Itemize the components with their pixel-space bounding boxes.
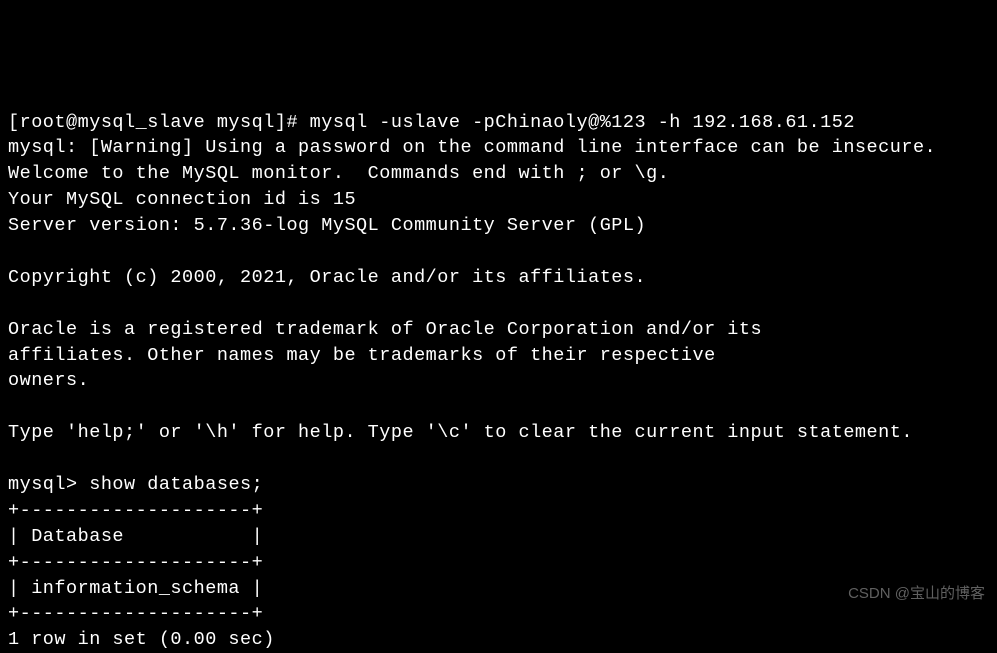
mysql-help-line: Type 'help;' or '\h' for help. Type '\c'…	[8, 422, 913, 443]
shell-command[interactable]: mysql -uslave -pChinaoly@%123 -h 192.168…	[310, 112, 855, 133]
mysql-trademark-line2: affiliates. Other names may be trademark…	[8, 345, 716, 366]
table-border-mid: +--------------------+	[8, 552, 263, 573]
table-border-top: +--------------------+	[8, 500, 263, 521]
result-summary: 1 row in set (0.00 sec)	[8, 629, 275, 650]
shell-prompt: [root@mysql_slave mysql]#	[8, 112, 310, 133]
table-border-bottom: +--------------------+	[8, 603, 263, 624]
sql-command[interactable]: show databases;	[89, 474, 263, 495]
mysql-trademark-line1: Oracle is a registered trademark of Orac…	[8, 319, 762, 340]
table-header: | Database |	[8, 526, 263, 547]
mysql-server-version: Server version: 5.7.36-log MySQL Communi…	[8, 215, 646, 236]
mysql-welcome: Welcome to the MySQL monitor. Commands e…	[8, 163, 669, 184]
mysql-prompt: mysql>	[8, 474, 89, 495]
mysql-warning: mysql: [Warning] Using a password on the…	[8, 137, 936, 158]
mysql-copyright: Copyright (c) 2000, 2021, Oracle and/or …	[8, 267, 646, 288]
table-row: | information_schema |	[8, 578, 263, 599]
mysql-trademark-line3: owners.	[8, 370, 89, 391]
mysql-connection-id: Your MySQL connection id is 15	[8, 189, 356, 210]
watermark: CSDN @宝山的博客	[848, 583, 985, 604]
